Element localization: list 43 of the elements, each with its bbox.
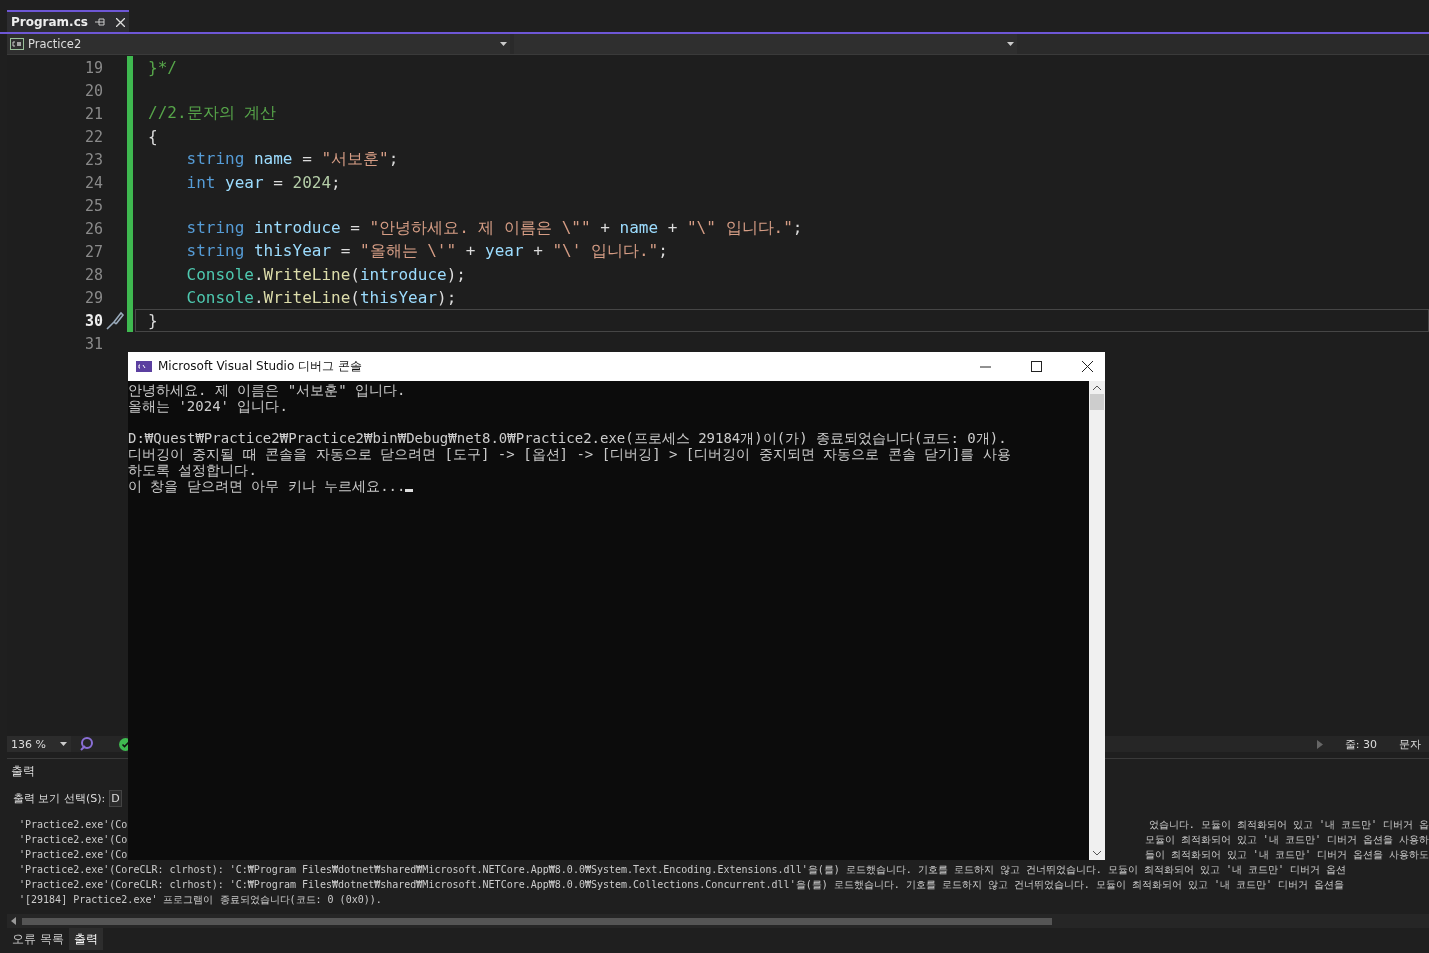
- output-line: 모듈이 최적화되어 있고 '내 코드만' 디버거 옵션을 사용하: [1144, 832, 1429, 847]
- code-line: Console.WriteLine(thisYear);: [185, 288, 457, 307]
- output-line: 'Practice2.exe'(Co: [19, 819, 128, 830]
- line-number: 29: [83, 288, 103, 307]
- line-number: 20: [83, 81, 103, 100]
- output-line: 었습니다. 모듈이 최적화되어 있고 '내 코드만' 디버거 옵: [1148, 817, 1429, 832]
- line-number: 19: [83, 58, 103, 77]
- output-line: 'Practice2.exe'(CoreCLR: clrhost): 'C:₩Program Files₩dotnet₩shared₩Microsoft.NETCore.App₩8.0.0₩System.Collections.Concurrent.dll'을(를) 로드했습니다. 기호를 로드하지 않고 건너뛰었습니다. 모듈이 최적화되어 있고 '내 코드만' 디버거 옵션을: [19, 877, 1344, 892]
- output-line: 'Practice2.exe'(CoreCLR: clrhost): 'C:₩Program Files₩dotnet₩shared₩Microsoft.NETCore.App₩8.0.0₩System.Text.Encoding.Extensions.dll'을(를) 로드했습니다. 기호를 로드하지 않고 건너뛰었습니다. 모듈이 최적화되어 있고 '내 코드만' 디버거 옵션: [19, 862, 1347, 877]
- console-line: D:₩Quest₩Practice2₩Practice2₩bin₩Debug₩net8.0₩Practice2.exe(프로세스 29184개)이(가) 종료되었습니다(코드: 0개).: [128, 430, 1007, 446]
- code-line: }*/: [148, 58, 177, 77]
- output-source-label: 출력 보기 선택(S):: [13, 791, 106, 806]
- code-line: string thisYear = "올해는 \'" + year + "\' 입니다.";: [185, 241, 668, 262]
- output-line: '[29184] Practice2.exe' 프로그램이 종료되었습니다(코드: 0 (0x0)).: [19, 892, 382, 907]
- console-line: 디버깅이 중지될 때 콘솔을 자동으로 닫으려면 [도구] -> [옵션] -> [디버깅] > [디버깅이 중지되면 자동으로 콘솔 닫기]를 사용: [128, 446, 1011, 462]
- console-line: 올해는 '2024' 입니다.: [128, 398, 288, 414]
- line-number: 30: [83, 311, 103, 330]
- console-line: 안녕하세요. 제 이름은 "서보훈" 입니다.: [128, 382, 406, 398]
- code-line: int year = 2024;: [185, 173, 341, 192]
- column-indicator: 문자: [1399, 736, 1421, 752]
- line-number: 22: [83, 127, 103, 146]
- code-line: }: [148, 311, 158, 330]
- line-number: 28: [83, 265, 103, 284]
- line-number: 25: [83, 196, 103, 215]
- line-number: 24: [83, 173, 103, 192]
- line-number: 27: [83, 242, 103, 261]
- line-number: 21: [83, 104, 103, 123]
- window-title: Microsoft Visual Studio 디버그 콘솔: [158, 358, 362, 375]
- line-indicator: 줄: 30: [1344, 736, 1377, 752]
- console-line: 이 창을 닫으려면 아무 키나 누르세요...: [128, 478, 406, 494]
- line-number: 31: [83, 334, 103, 353]
- output-line: 'Practice2.exe'(Co: [19, 849, 128, 860]
- line-number: 26: [83, 219, 103, 238]
- code-line: //2.문자의 계산: [148, 103, 277, 124]
- code-line: string name = "서보훈";: [185, 149, 399, 170]
- code-line: Console.WriteLine(introduce);: [185, 265, 466, 284]
- panel-title: 출력: [10, 763, 36, 780]
- console-line: 하도록 설정합니다.: [128, 462, 257, 478]
- code-line: string introduce = "안녕하세요. 제 이름은 \"" + name + "\" 입니다.";: [185, 218, 803, 239]
- code-line: {: [148, 127, 158, 146]
- output-line: 들이 최적화되어 있고 '내 코드만' 디버거 옵션을 사용하도: [1144, 847, 1429, 862]
- line-number: 23: [83, 150, 103, 169]
- output-line: 'Practice2.exe'(Co: [19, 834, 128, 845]
